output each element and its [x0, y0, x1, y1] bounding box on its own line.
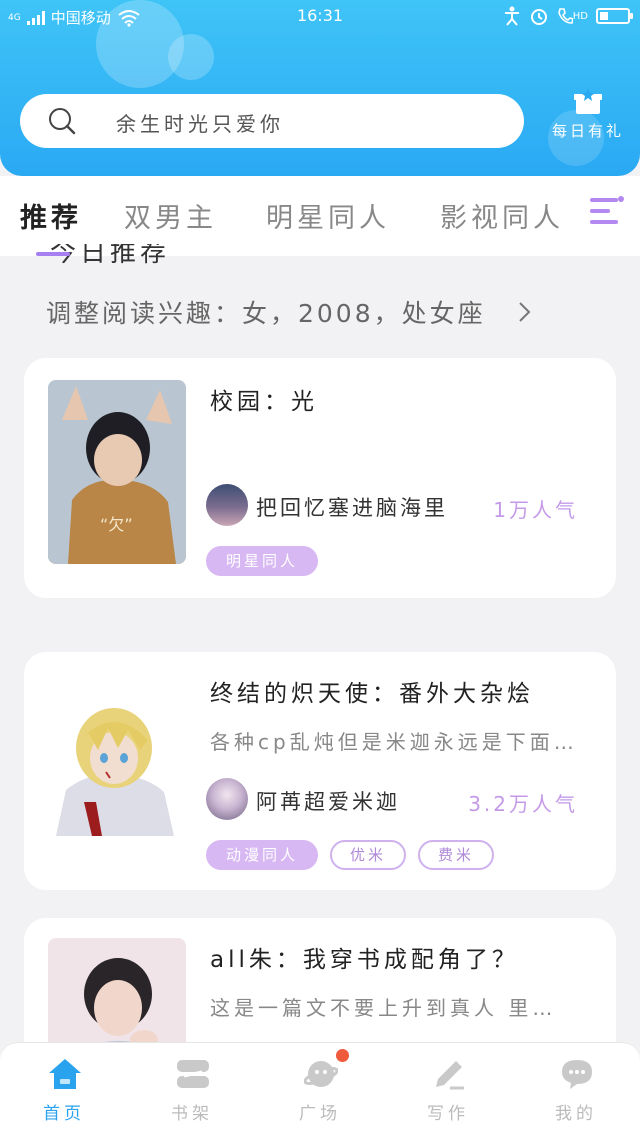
- book-card[interactable]: 终结的炽天使：番外大杂烩 各种cp乱炖但是米迦永远是下面… 阿苒超爱米迦 3.2…: [24, 652, 616, 890]
- pen-icon: [436, 1061, 464, 1090]
- battery-icon: [596, 8, 633, 24]
- status-bar: 4G 中国移动 16:31 HD: [0, 0, 640, 34]
- nav-label: 我的: [555, 1104, 597, 1124]
- tag-label[interactable]: 动漫同人: [206, 840, 318, 870]
- gift-label: 每日有礼: [551, 122, 624, 140]
- section-title: 今日推荐: [50, 244, 171, 268]
- reading-interest-link[interactable]: 调整阅读兴趣：女，2008，处女座: [46, 294, 486, 330]
- popularity-count: 3.2万人气: [468, 792, 578, 816]
- search-bar[interactable]: 余生时光只爱你: [20, 94, 524, 148]
- tab-active-indicator: [36, 252, 70, 256]
- search-icon: [49, 108, 76, 135]
- nav-label: 写作: [427, 1104, 469, 1124]
- book-title[interactable]: 终结的炽天使：番外大杂烩: [210, 674, 534, 708]
- planet-icon: [304, 1061, 338, 1087]
- chat-icon: [562, 1060, 592, 1089]
- tag-label[interactable]: 优米: [330, 840, 406, 870]
- author-name[interactable]: 阿苒超爱米迦: [256, 786, 400, 816]
- alarm-icon: [530, 9, 547, 25]
- app-header: 4G 中国移动 16:31 HD 余生时光只爱你 每日有礼: [0, 0, 640, 176]
- gift-icon: [574, 88, 602, 114]
- decor-bubble: [168, 34, 214, 80]
- notification-badge: [336, 1049, 349, 1062]
- book-description: 各种cp乱炖但是米迦永远是下面…: [210, 730, 578, 754]
- nav-label: 首页: [43, 1104, 85, 1124]
- hd-label: HD: [572, 10, 588, 22]
- nav-bookshelf[interactable]: 书架: [142, 1043, 242, 1138]
- author-name[interactable]: 把回忆塞进脑海里: [256, 492, 448, 522]
- nav-mine[interactable]: 我的: [526, 1043, 626, 1138]
- chevron-right-icon[interactable]: [514, 300, 534, 324]
- tab-film-fanfic[interactable]: 影视同人: [440, 196, 564, 235]
- phone-icon: [557, 8, 573, 24]
- home-icon: [49, 1059, 81, 1089]
- bottom-nav: 首页 书架 广场 写作 我的: [0, 1042, 640, 1138]
- popularity-count: 1万人气: [493, 498, 578, 522]
- tab-recommend[interactable]: 推荐: [20, 196, 82, 235]
- bookshelf-icon: [177, 1060, 209, 1088]
- author-avatar[interactable]: [206, 778, 248, 820]
- tag-label[interactable]: 费米: [418, 840, 494, 870]
- book-card[interactable]: “欠” 校园：光 把回忆塞进脑海里 1万人气 明星同人: [24, 358, 616, 598]
- nav-write[interactable]: 写作: [398, 1043, 498, 1138]
- nav-home[interactable]: 首页: [14, 1043, 114, 1138]
- tab-double-male[interactable]: 双男主: [124, 196, 217, 235]
- book-title[interactable]: 校园：光: [210, 382, 318, 416]
- book-title[interactable]: all朱：我穿书成配角了？: [210, 940, 519, 974]
- tag-label[interactable]: 明星同人: [206, 546, 318, 576]
- search-input[interactable]: 余生时光只爱你: [116, 108, 284, 137]
- nav-label: 书架: [171, 1104, 213, 1124]
- author-avatar[interactable]: [206, 484, 248, 526]
- menu-icon[interactable]: [590, 196, 624, 226]
- book-cover: “欠”: [48, 380, 186, 564]
- accessibility-icon: [504, 6, 519, 26]
- nav-plaza[interactable]: 广场: [270, 1043, 370, 1138]
- nav-label: 广场: [299, 1104, 341, 1124]
- tab-star-fanfic[interactable]: 明星同人: [266, 196, 390, 235]
- book-cover: [48, 692, 180, 836]
- book-description: 这是一篇文不要上升到真人 里…: [210, 996, 557, 1020]
- svg-text:“欠”: “欠”: [100, 515, 133, 534]
- daily-gift-button[interactable]: 每日有礼: [540, 88, 636, 152]
